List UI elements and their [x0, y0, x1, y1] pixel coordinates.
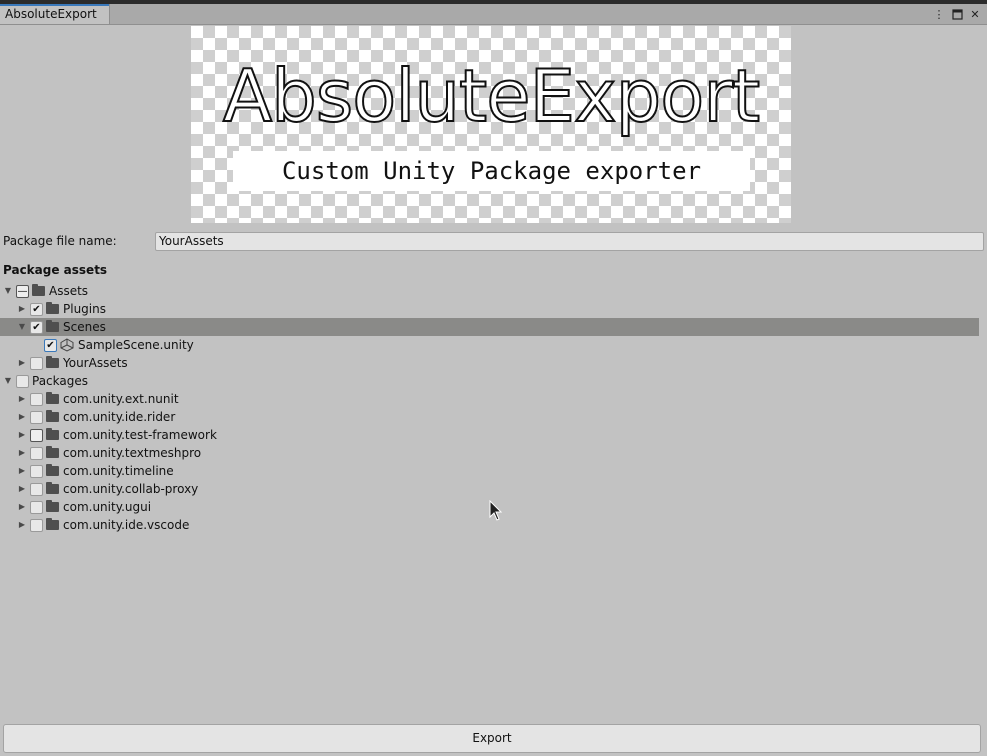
- checkbox[interactable]: [30, 446, 43, 460]
- folder-icon: [46, 500, 59, 512]
- tree-item-label: com.unity.ide.vscode: [63, 518, 190, 532]
- tree-row-package[interactable]: ▶ com.unity.test-framework: [0, 426, 979, 444]
- collapse-arrow-icon[interactable]: ▶: [16, 516, 28, 534]
- asset-tree: ▼ — Assets ▶ ✔ Plugins ▼ ✔ Scenes ✔ Samp…: [0, 282, 979, 534]
- tree-item-label: com.unity.collab-proxy: [63, 482, 199, 496]
- tree-row-yourassets[interactable]: ▶ YourAssets: [0, 354, 979, 372]
- folder-icon: [46, 518, 59, 530]
- unity-scene-icon: [60, 338, 74, 352]
- checkbox[interactable]: [30, 482, 43, 496]
- expand-arrow-icon[interactable]: ▼: [16, 318, 28, 336]
- collapse-arrow-icon[interactable]: ▶: [16, 462, 28, 480]
- folder-icon: [46, 482, 59, 494]
- kebab-menu-icon[interactable]: ⋮: [933, 9, 945, 21]
- package-file-name-label: Package file name:: [3, 234, 117, 248]
- folder-icon: [46, 392, 59, 404]
- checkbox[interactable]: [30, 392, 43, 406]
- folder-icon: [46, 356, 59, 368]
- checkbox[interactable]: ✔: [44, 338, 57, 352]
- collapse-arrow-icon[interactable]: ▶: [16, 354, 28, 372]
- expand-arrow-icon[interactable]: ▼: [2, 282, 14, 300]
- tree-item-label: YourAssets: [63, 356, 128, 370]
- banner-image: AbsoluteExport Custom Unity Package expo…: [191, 26, 791, 223]
- checkbox[interactable]: [30, 428, 43, 442]
- checkbox[interactable]: [30, 500, 43, 514]
- checkbox[interactable]: [30, 518, 43, 532]
- tab-bar: AbsoluteExport ⋮ ✕: [0, 4, 987, 25]
- collapse-arrow-icon[interactable]: ▶: [16, 426, 28, 444]
- tree-row-package[interactable]: ▶ com.unity.textmeshpro: [0, 444, 979, 462]
- folder-icon: [32, 284, 45, 296]
- folder-icon: [46, 410, 59, 422]
- checkbox[interactable]: [30, 464, 43, 478]
- tree-item-label: com.unity.textmeshpro: [63, 446, 202, 460]
- tree-item-label: com.unity.test-framework: [63, 428, 217, 442]
- tree-row-package[interactable]: ▶ com.unity.collab-proxy: [0, 480, 979, 498]
- tree-row-plugins[interactable]: ▶ ✔ Plugins: [0, 300, 979, 318]
- tree-item-label: com.unity.ext.nunit: [63, 392, 179, 406]
- tree-row-packages[interactable]: ▼ Packages: [0, 372, 979, 390]
- collapse-arrow-icon[interactable]: ▶: [16, 408, 28, 426]
- tree-row-assets[interactable]: ▼ — Assets: [0, 282, 979, 300]
- window-controls: ⋮ ✕: [933, 8, 981, 22]
- tree-row-package[interactable]: ▶ com.unity.timeline: [0, 462, 979, 480]
- tree-row-package[interactable]: ▶ com.unity.ext.nunit: [0, 390, 979, 408]
- banner-subtitle: Custom Unity Package exporter: [233, 151, 750, 191]
- folder-icon: [46, 446, 59, 458]
- tree-item-label: com.unity.ide.rider: [63, 410, 176, 424]
- checkbox[interactable]: [30, 410, 43, 424]
- tree-item-label: SampleScene.unity: [78, 338, 194, 352]
- mixed-checkbox[interactable]: —: [16, 284, 29, 298]
- maximize-icon[interactable]: [951, 9, 963, 21]
- export-button[interactable]: Export: [3, 724, 981, 753]
- collapse-arrow-icon[interactable]: ▶: [16, 390, 28, 408]
- checkbox[interactable]: [16, 374, 29, 388]
- tree-item-label: Assets: [49, 284, 89, 298]
- tree-item-label: Plugins: [63, 302, 106, 316]
- tree-item-label: com.unity.ugui: [63, 500, 152, 514]
- folder-icon: [46, 302, 59, 314]
- tree-row-samplescene[interactable]: ✔ SampleScene.unity: [0, 336, 979, 354]
- close-icon[interactable]: ✕: [969, 9, 981, 21]
- expand-arrow-icon[interactable]: ▼: [2, 372, 14, 390]
- folder-icon: [46, 320, 59, 332]
- folder-icon: [46, 428, 59, 440]
- checkbox[interactable]: ✔: [30, 320, 43, 334]
- tree-row-package[interactable]: ▶ com.unity.ide.rider: [0, 408, 979, 426]
- package-file-name-input[interactable]: [155, 232, 984, 251]
- mouse-cursor-icon: [489, 500, 503, 521]
- tab-absolute-export[interactable]: AbsoluteExport: [0, 4, 110, 24]
- tree-item-label: Scenes: [63, 320, 106, 334]
- tree-item-label: Packages: [32, 374, 88, 388]
- folder-icon: [46, 464, 59, 476]
- absolute-export-window: AbsoluteExport ⋮ ✕ AbsoluteExport Custom…: [0, 0, 987, 756]
- checkbox[interactable]: [30, 356, 43, 370]
- tree-row-scenes[interactable]: ▼ ✔ Scenes: [0, 318, 979, 336]
- collapse-arrow-icon[interactable]: ▶: [16, 444, 28, 462]
- checkbox[interactable]: ✔: [30, 302, 43, 316]
- collapse-arrow-icon[interactable]: ▶: [16, 498, 28, 516]
- package-file-name-row: Package file name:: [3, 232, 984, 251]
- package-assets-title: Package assets: [3, 263, 108, 277]
- collapse-arrow-icon[interactable]: ▶: [16, 300, 28, 318]
- tree-item-label: com.unity.timeline: [63, 464, 174, 478]
- banner-title: AbsoluteExport: [222, 53, 761, 139]
- collapse-arrow-icon[interactable]: ▶: [16, 480, 28, 498]
